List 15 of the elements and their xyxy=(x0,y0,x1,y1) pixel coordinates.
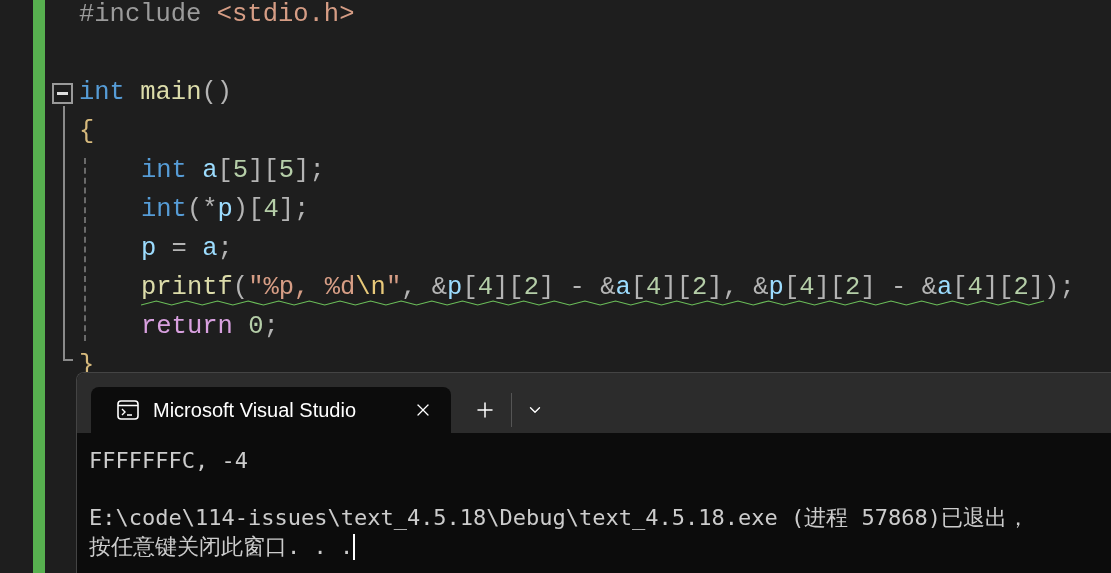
code-line: printf("%p, %d\n", &p[4][2] - &a[4][2], &p[4][2] - &a[4][2]); xyxy=(141,269,1075,308)
collapse-icon[interactable] xyxy=(52,83,73,104)
console-output: E:\code\114-issues\text_4.5.18\Debug\text_4.5.18.exe (进程 57868)已退出， xyxy=(89,504,1029,532)
code-line: { xyxy=(79,116,95,149)
code-line: int(*p)[4]; xyxy=(141,194,310,227)
code-line: int a[5][5]; xyxy=(141,155,325,188)
console-output: 按任意键关闭此窗口. . . xyxy=(89,532,354,561)
code-line: p = a; xyxy=(141,233,233,266)
tab-title: Microsoft Visual Studio xyxy=(153,398,357,423)
code-line: #include <stdio.h> xyxy=(79,0,355,32)
terminal-tab[interactable]: Microsoft Visual Studio xyxy=(91,387,451,433)
code-line: int main() xyxy=(79,77,233,110)
code-line: return 0; xyxy=(141,311,279,344)
console-output: FFFFFFFC, -4 xyxy=(89,447,248,475)
terminal-icon xyxy=(117,400,139,420)
